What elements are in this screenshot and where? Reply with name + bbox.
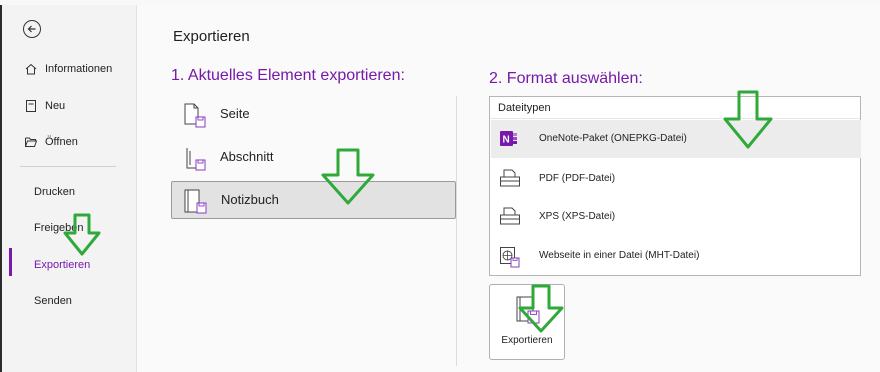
file-type-xps[interactable]: XPS (XPS-Datei) <box>491 198 861 236</box>
onenote-icon: N <box>500 131 517 146</box>
sidebar-item-label: Neu <box>45 100 66 112</box>
notebook-icon <box>184 189 207 214</box>
sidebar-divider <box>20 166 116 167</box>
arrow-left-icon <box>27 25 36 33</box>
page-title: Exportieren <box>173 28 250 45</box>
page-icon <box>184 103 206 128</box>
file-type-onepkg[interactable]: N OneNote-Paket (ONEPKG-Datei) <box>491 120 861 158</box>
sidebar-item-label: Informationen <box>45 63 113 75</box>
sidebar-item-neu[interactable]: Neu <box>24 95 65 117</box>
file-type-label: PDF (PDF-Datei) <box>539 173 616 184</box>
sidebar-item-drucken[interactable]: Drucken <box>34 182 75 202</box>
new-page-icon <box>26 100 36 112</box>
active-indicator <box>9 248 12 276</box>
export-option-notizbuch[interactable]: Notizbuch <box>171 181 456 219</box>
sidebar-item-exportieren[interactable]: Exportieren <box>34 255 90 275</box>
step2-title: 2. Format auswählen: <box>489 70 643 87</box>
column-separator <box>456 96 457 366</box>
file-type-label: XPS (XPS-Datei) <box>539 211 616 222</box>
svg-text:N: N <box>503 135 510 146</box>
step1-title: 1. Aktuelles Element exportieren: <box>171 67 405 84</box>
export-button-label: Exportieren <box>501 335 553 346</box>
export-option-abschnitt[interactable]: Abschnitt <box>171 139 456 177</box>
sidebar-item-informationen[interactable]: Informationen <box>24 58 112 80</box>
web-page-icon <box>500 247 520 268</box>
annotation-arrow-icon <box>723 90 773 149</box>
annotation-arrow-icon <box>63 213 101 256</box>
export-option-label: Notizbuch <box>221 192 279 207</box>
export-option-seite[interactable]: Seite <box>171 96 456 134</box>
folder-open-icon <box>25 137 38 147</box>
file-type-header: Dateitypen <box>498 102 551 114</box>
sidebar-item-senden[interactable]: Senden <box>34 291 72 311</box>
header-divider <box>490 118 860 119</box>
file-type-pdf[interactable]: PDF (PDF-Datei) <box>491 160 861 198</box>
backstage-window: Informationen Neu Öffnen Drucken Freigeb… <box>0 0 880 372</box>
printer-icon <box>500 207 520 225</box>
export-option-label: Abschnitt <box>220 149 274 164</box>
printer-icon <box>500 169 520 187</box>
back-button[interactable] <box>23 20 41 38</box>
file-type-mht[interactable]: Webseite in einer Datei (MHT-Datei) <box>491 237 861 275</box>
annotation-arrow-icon <box>518 284 564 333</box>
file-type-label: OneNote-Paket (ONEPKG-Datei) <box>539 133 687 144</box>
sidebar-item-oeffnen[interactable]: Öffnen <box>24 131 78 153</box>
annotation-arrow-icon <box>321 148 375 205</box>
file-type-label: Webseite in einer Datei (MHT-Datei) <box>539 250 700 261</box>
file-type-list[interactable]: Dateitypen N OneNote-Paket (ONEPKG-Datei… <box>489 96 861 276</box>
window-edge <box>0 5 2 372</box>
export-option-label: Seite <box>220 106 250 121</box>
section-icon <box>186 148 206 171</box>
home-icon <box>25 63 37 75</box>
sidebar-item-label: Öffnen <box>45 136 78 148</box>
